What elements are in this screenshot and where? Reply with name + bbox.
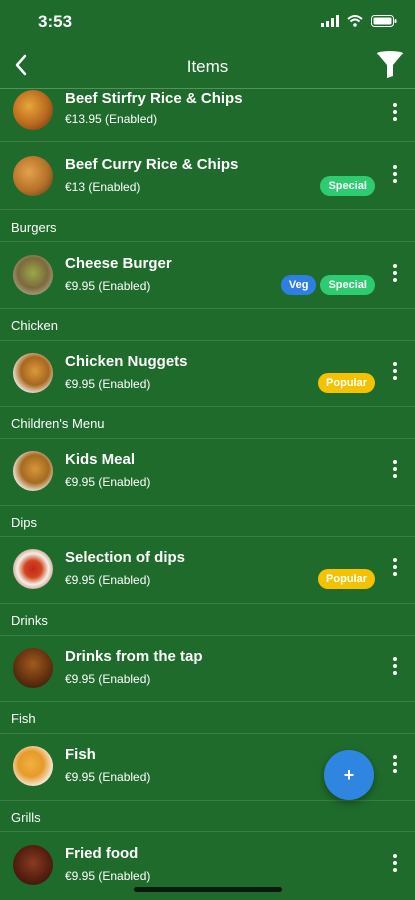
divider [0, 505, 415, 506]
special-badge: Special [320, 176, 375, 196]
divider [0, 340, 415, 341]
item-price: €9.95 (Enabled) [65, 573, 151, 587]
item-name: Fish [65, 746, 96, 763]
more-options-icon[interactable] [383, 457, 407, 481]
item-image [13, 648, 53, 688]
section-header-burgers: Burgers [11, 220, 57, 235]
item-name: Selection of dips [65, 549, 186, 566]
item-price: €9.95 (Enabled) [65, 377, 151, 391]
item-price: €9.95 (Enabled) [65, 869, 151, 883]
more-options-icon[interactable] [383, 555, 407, 579]
divider [0, 603, 415, 604]
item-price: €13 (Enabled) [65, 180, 141, 194]
divider [0, 241, 415, 242]
divider [0, 635, 415, 636]
item-badges: Veg Special [280, 275, 375, 295]
section-header-dips: Dips [11, 515, 38, 530]
divider [0, 831, 415, 832]
section-header-fish: Fish [11, 711, 36, 726]
list-item[interactable]: Selection of dips €9.95 (Enabled) Popula… [0, 549, 415, 621]
item-name: Beef Stirfry Rice & Chips [65, 90, 243, 107]
list-item[interactable]: Chicken Nuggets €9.95 (Enabled) Popular [0, 353, 415, 425]
navigation-bar: Items [0, 44, 415, 90]
status-icons [321, 14, 397, 32]
divider [0, 209, 415, 210]
item-price: €9.95 (Enabled) [65, 672, 151, 686]
item-name: Beef Curry Rice & Chips [65, 156, 239, 173]
list-item[interactable]: Beef Stirfry Rice & Chips €13.95 (Enable… [0, 90, 415, 162]
special-badge: Special [320, 275, 375, 295]
item-image [13, 156, 53, 196]
item-name: Cheese Burger [65, 255, 172, 272]
wifi-icon [347, 14, 363, 32]
section-header-childrens-menu: Children's Menu [11, 416, 105, 431]
item-image [13, 90, 53, 130]
divider [0, 800, 415, 801]
divider [0, 141, 415, 142]
item-price: €9.95 (Enabled) [65, 279, 151, 293]
item-price: €9.95 (Enabled) [65, 770, 151, 784]
home-indicator [134, 887, 282, 892]
more-options-icon[interactable] [383, 654, 407, 678]
more-options-icon[interactable] [383, 100, 407, 124]
list-item[interactable]: Beef Curry Rice & Chips €13 (Enabled) Sp… [0, 156, 415, 228]
list-item[interactable]: Kids Meal €9.95 (Enabled) [0, 451, 415, 523]
more-options-icon[interactable] [383, 162, 407, 186]
more-options-icon[interactable] [383, 851, 407, 875]
item-image [13, 255, 53, 295]
status-time: 3:53 [38, 12, 73, 31]
divider [0, 701, 415, 702]
more-options-icon[interactable] [383, 359, 407, 383]
signal-icon [321, 14, 339, 32]
filter-button[interactable] [373, 50, 407, 84]
item-badges: Special [320, 176, 375, 196]
item-price: €9.95 (Enabled) [65, 475, 151, 489]
item-name: Kids Meal [65, 451, 136, 468]
section-header-grills: Grills [11, 810, 41, 825]
more-options-icon[interactable] [383, 261, 407, 285]
more-options-icon[interactable] [383, 752, 407, 776]
item-badges: Popular [318, 373, 375, 393]
item-image [13, 549, 53, 589]
divider [0, 308, 415, 309]
veg-badge: Veg [280, 275, 317, 295]
list-item[interactable]: Cheese Burger €9.95 (Enabled) Veg Specia… [0, 255, 415, 327]
battery-icon [371, 14, 397, 32]
item-name: Fried food [65, 845, 139, 862]
divider [0, 406, 415, 407]
item-image [13, 451, 53, 491]
divider [0, 438, 415, 439]
popular-badge: Popular [318, 373, 375, 393]
section-header-drinks: Drinks [11, 613, 48, 628]
plus-icon: + [343, 764, 355, 785]
item-image [13, 353, 53, 393]
item-badges: Popular [318, 569, 375, 589]
item-image [13, 746, 53, 786]
item-name: Drinks from the tap [65, 648, 203, 665]
item-image [13, 845, 53, 885]
divider [0, 733, 415, 734]
popular-badge: Popular [318, 569, 375, 589]
item-price: €13.95 (Enabled) [65, 112, 158, 126]
filter-icon [375, 50, 405, 85]
list-item[interactable]: Drinks from the tap €9.95 (Enabled) [0, 648, 415, 720]
item-name: Chicken Nuggets [65, 353, 188, 370]
divider [0, 536, 415, 537]
add-item-button[interactable]: + [324, 750, 374, 800]
status-bar: 3:53 [0, 0, 415, 44]
page-title: Items [186, 57, 229, 76]
section-header-chicken: Chicken [11, 318, 58, 333]
